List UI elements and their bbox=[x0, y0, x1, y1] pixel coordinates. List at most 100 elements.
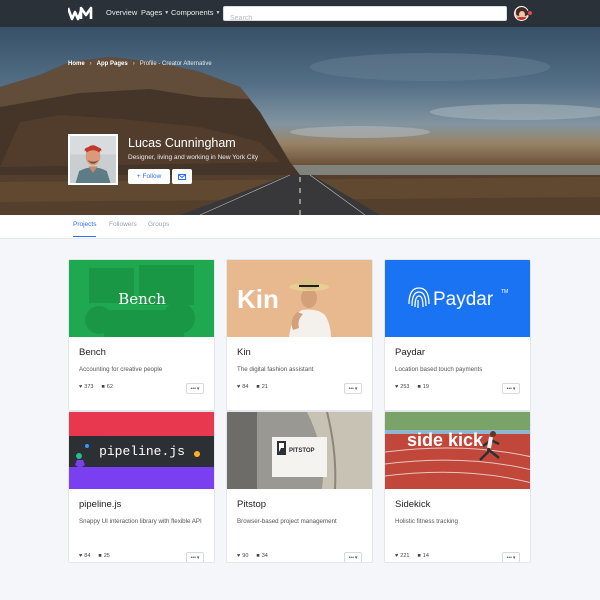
heart-icon: ♥ bbox=[237, 384, 241, 390]
project-title[interactable]: Sidekick bbox=[395, 499, 430, 510]
project-description: Snappy UI interaction library with flexi… bbox=[79, 518, 202, 525]
notification-badge bbox=[527, 10, 533, 16]
caret-down-icon: ▾ bbox=[512, 385, 516, 392]
project-description: Location based touch payments bbox=[395, 366, 483, 373]
project-description: Browser-based project management bbox=[237, 518, 337, 525]
project-image-text: Kin bbox=[237, 284, 279, 314]
nav-components[interactable]: Components ▼ bbox=[171, 8, 220, 17]
project-title[interactable]: Pitstop bbox=[237, 499, 266, 510]
project-stats: ♥ 84 ■ 25 bbox=[79, 553, 110, 559]
more-options-button[interactable]: ••• ▾ bbox=[502, 552, 520, 562]
heart-icon: ♥ bbox=[237, 553, 241, 559]
brand-logo[interactable] bbox=[68, 6, 94, 21]
project-image-text: side kick bbox=[407, 430, 484, 450]
search-box bbox=[223, 6, 507, 25]
profile-name: Lucas Cunningham bbox=[128, 136, 236, 150]
likes-count: 90 bbox=[242, 553, 249, 559]
caret-down-icon: ▾ bbox=[512, 554, 516, 561]
comments-count: 34 bbox=[261, 553, 268, 559]
likes-count: 253 bbox=[400, 384, 410, 390]
breadcrumb-app-pages[interactable]: App Pages bbox=[97, 61, 128, 67]
project-stats: ♥ 221 ■ 14 bbox=[395, 553, 429, 559]
more-options-button[interactable]: ••• ▾ bbox=[344, 552, 362, 562]
comment-icon: ■ bbox=[101, 384, 105, 390]
project-image: Paydar TM bbox=[385, 260, 530, 337]
ellipsis-icon: ••• bbox=[506, 385, 512, 392]
comments-count: 14 bbox=[422, 553, 429, 559]
caret-down-icon: ▼ bbox=[215, 9, 221, 16]
more-options-button[interactable]: ••• ▾ bbox=[344, 383, 362, 394]
svg-text:TM: TM bbox=[501, 289, 508, 295]
caret-down-icon: ▾ bbox=[354, 554, 358, 561]
comment-icon: ■ bbox=[417, 384, 421, 390]
heart-icon: ♥ bbox=[395, 384, 399, 390]
project-card-paydar[interactable]: Paydar TM Paydar Location based touch pa… bbox=[384, 259, 531, 411]
tab-followers[interactable]: Followers bbox=[109, 221, 137, 236]
project-card-pitstop[interactable]: PITSTOP Pitstop Browser-based project ma… bbox=[226, 411, 373, 563]
project-stats: ♥ 90 ■ 34 bbox=[237, 553, 268, 559]
tab-groups[interactable]: Groups bbox=[148, 221, 169, 236]
comment-icon: ■ bbox=[256, 384, 260, 390]
comments-count: 19 bbox=[422, 384, 429, 390]
caret-down-icon: ▾ bbox=[354, 385, 358, 392]
project-title[interactable]: Kin bbox=[237, 347, 251, 358]
breadcrumb-separator: › bbox=[89, 61, 92, 67]
project-card-pipeline[interactable]: pipeline.js pipeline.js Snappy UI intera… bbox=[68, 411, 215, 563]
project-stats: ♥ 84 ■ 21 bbox=[237, 384, 268, 390]
caret-down-icon: ▼ bbox=[164, 9, 170, 16]
more-options-button[interactable]: ••• ▾ bbox=[186, 552, 204, 562]
project-image-text: pipeline.js bbox=[99, 444, 185, 459]
project-stats: ♥ 373 ■ 62 bbox=[79, 384, 113, 390]
envelope-icon bbox=[178, 173, 186, 180]
cover-landscape bbox=[0, 27, 600, 215]
heart-icon: ♥ bbox=[79, 384, 83, 390]
comments-count: 62 bbox=[106, 384, 113, 390]
project-image: Bench bbox=[69, 260, 214, 337]
profile-tabs: Projects Followers Groups bbox=[0, 215, 600, 239]
ellipsis-icon: ••• bbox=[348, 554, 354, 561]
project-description: Holistic fitness tracking bbox=[395, 518, 458, 525]
project-image: pipeline.js bbox=[69, 412, 214, 489]
project-title[interactable]: Bench bbox=[79, 347, 106, 358]
more-options-button[interactable]: ••• ▾ bbox=[502, 383, 520, 394]
project-title[interactable]: Paydar bbox=[395, 347, 425, 358]
project-description: Accounting for creative people bbox=[79, 366, 163, 373]
nav-overview-label: Overview bbox=[106, 8, 138, 17]
project-image: PITSTOP bbox=[227, 412, 372, 489]
project-stats: ♥ 253 ■ 19 bbox=[395, 384, 429, 390]
breadcrumb-home[interactable]: Home bbox=[68, 61, 85, 67]
add-user-icon: + bbox=[136, 173, 141, 180]
tab-projects[interactable]: Projects bbox=[73, 221, 97, 237]
project-image: side kick bbox=[385, 412, 530, 489]
profile-cover: Home › App Pages › Profile - Creator Alt… bbox=[0, 27, 600, 215]
project-card-sidekick[interactable]: side kick Sidekick Holistic fitness trac… bbox=[384, 411, 531, 563]
caret-down-icon: ▾ bbox=[196, 554, 200, 561]
top-navbar: Overview Pages ▼ Components ▼ bbox=[0, 0, 600, 27]
follow-button-label: Follow bbox=[142, 173, 162, 180]
ellipsis-icon: ••• bbox=[506, 554, 512, 561]
project-image: Kin bbox=[227, 260, 372, 337]
caret-down-icon: ▾ bbox=[196, 385, 200, 392]
project-title[interactable]: pipeline.js bbox=[79, 499, 121, 510]
project-image-text: PITSTOP bbox=[289, 448, 315, 454]
message-button[interactable] bbox=[172, 169, 192, 184]
heart-icon: ♥ bbox=[79, 553, 83, 559]
project-card-kin[interactable]: Kin Kin The digital fashion assistant ♥ 8… bbox=[226, 259, 373, 411]
likes-count: 84 bbox=[84, 553, 91, 559]
project-card-bench[interactable]: Bench Bench Accounting for creative peop… bbox=[68, 259, 215, 411]
profile-bio: Designer, living and working in New York… bbox=[128, 154, 259, 161]
nav-pages[interactable]: Pages ▼ bbox=[141, 8, 169, 17]
search-input[interactable] bbox=[224, 12, 506, 25]
breadcrumb-current: Profile - Creator Alternative bbox=[139, 61, 212, 67]
nav-overview[interactable]: Overview bbox=[106, 8, 137, 17]
project-image-text: Paydar bbox=[433, 289, 494, 310]
ellipsis-icon: ••• bbox=[190, 554, 196, 561]
nav-pages-label: Pages bbox=[141, 8, 163, 17]
likes-count: 373 bbox=[84, 384, 94, 390]
likes-count: 84 bbox=[242, 384, 249, 390]
comments-count: 25 bbox=[103, 553, 110, 559]
project-image-text: Bench bbox=[118, 290, 166, 308]
breadcrumb-separator: › bbox=[132, 61, 135, 67]
follow-button[interactable]: + Follow bbox=[128, 169, 170, 184]
more-options-button[interactable]: ••• ▾ bbox=[186, 383, 204, 394]
